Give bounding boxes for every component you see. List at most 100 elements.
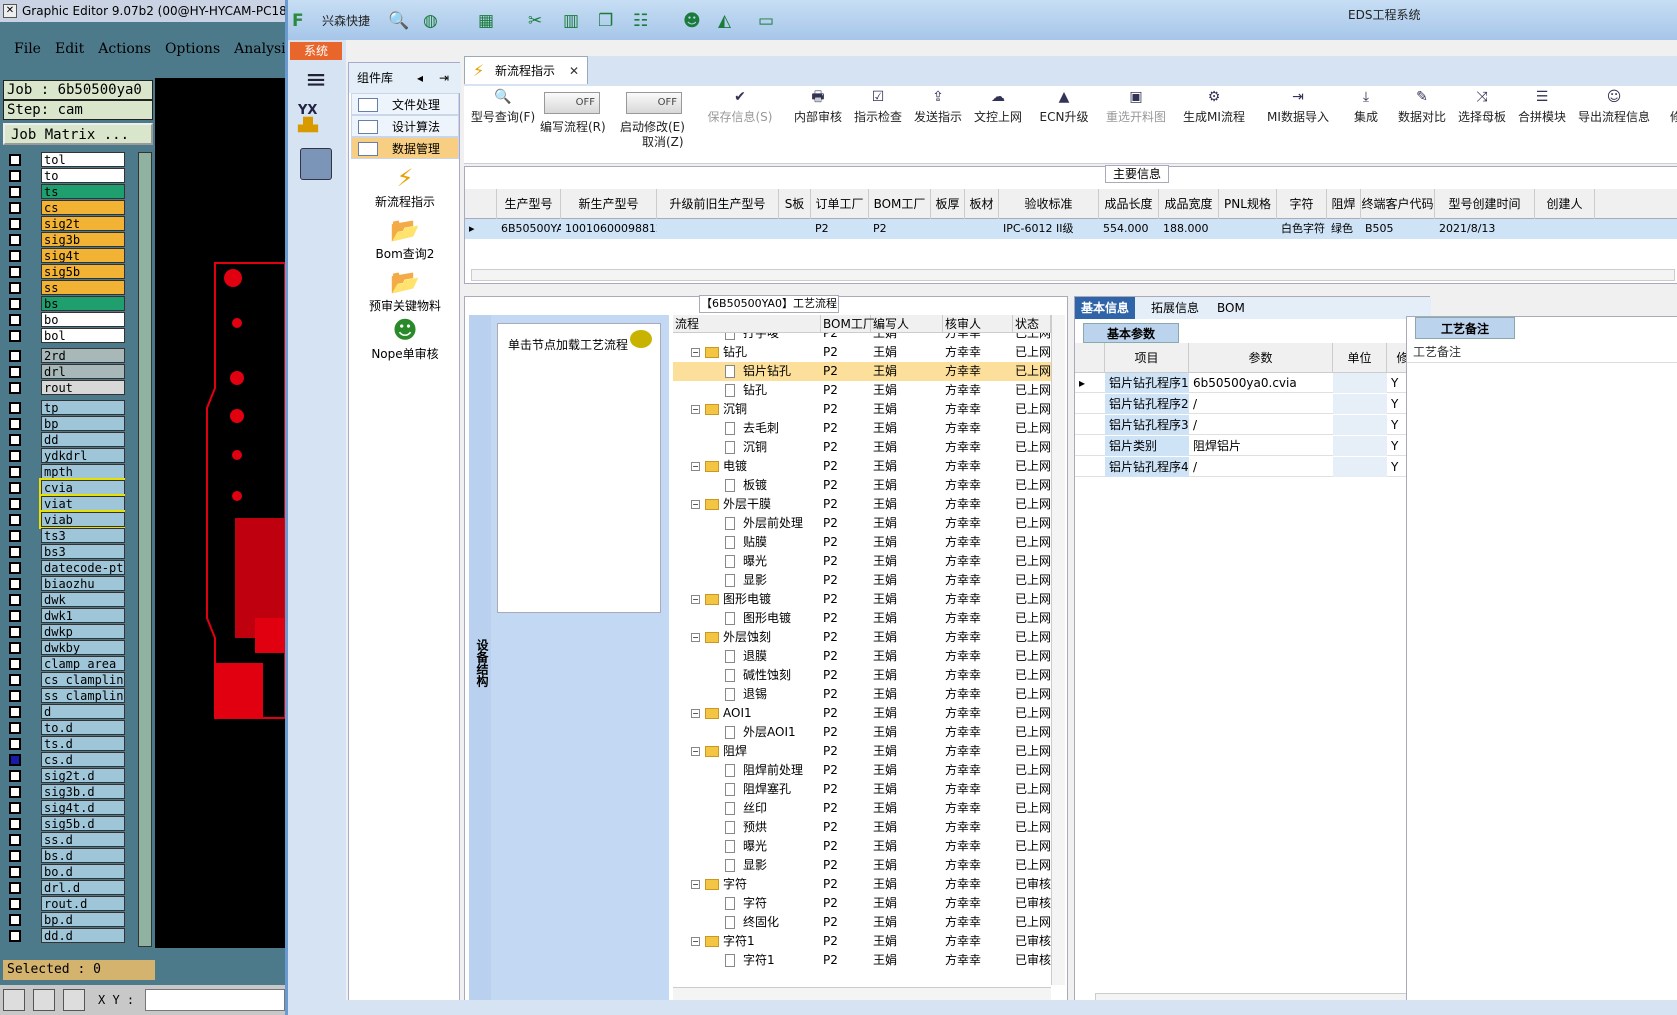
tree-row[interactable]: 阻焊塞孔 P2 王娟 方幸幸 已上网 [673, 780, 1051, 799]
tab-extended-info[interactable]: 拓展信息 [1145, 297, 1205, 319]
column-header[interactable]: 单位 [1333, 343, 1387, 373]
component-file-processing[interactable]: 文件处理 [351, 93, 459, 115]
layer-row[interactable]: rout.d [3, 896, 125, 912]
grid-icon[interactable] [63, 989, 85, 1011]
param-item[interactable]: 铝片钻孔程序3 [1105, 415, 1189, 435]
table-icon[interactable]: ▦ [478, 9, 494, 33]
layer-name[interactable]: dd.d [41, 928, 125, 943]
layer-name[interactable]: mpth [41, 464, 125, 479]
column-header[interactable]: 阻焊 [1327, 189, 1361, 219]
layer-checkbox[interactable] [9, 578, 21, 590]
toolbar-button[interactable]: ⇥ MI数据导入 [1260, 86, 1336, 146]
layer-checkbox[interactable] [9, 738, 21, 750]
layer-checkbox[interactable] [9, 482, 21, 494]
tree-row[interactable]: − 沉铜 P2 王娟 方幸幸 已上网 [673, 400, 1051, 419]
tree-row[interactable]: 碱性蚀刻 P2 王娟 方幸幸 已上网 [673, 666, 1051, 685]
start-modify-toggle[interactable]: OFF [626, 92, 682, 114]
layer-checkbox[interactable] [9, 250, 21, 262]
layer-row[interactable]: to [3, 168, 125, 184]
param-unit[interactable] [1333, 457, 1387, 477]
table-row[interactable]: 铝片钻孔程序2/Y [1075, 394, 1431, 414]
layer-row[interactable]: drl.d [3, 880, 125, 896]
layer-name[interactable]: ss [41, 280, 125, 295]
layer-row[interactable]: sig5b.d [3, 816, 125, 832]
collapse-toggle-icon[interactable]: − [691, 937, 700, 946]
layer-name[interactable]: bs3 [41, 544, 125, 559]
job-matrix-button[interactable]: Job Matrix ... [3, 123, 153, 145]
process-notes-field[interactable]: 工艺备注 [1407, 341, 1677, 363]
layer-name[interactable]: viab [39, 510, 125, 529]
param-unit[interactable] [1333, 415, 1387, 435]
layer-row[interactable]: ss_clamplin [3, 688, 125, 704]
toolbar-button[interactable]: ⇪ 发送指示 [912, 86, 964, 146]
tree-row[interactable]: 字符 P2 王娟 方幸幸 已审核 [673, 894, 1051, 913]
layer-row[interactable]: bp [3, 416, 125, 432]
layer-name[interactable]: dd [41, 432, 125, 447]
column-header[interactable]: 创建人 [1535, 189, 1595, 219]
collapse-toggle-icon[interactable]: − [691, 348, 700, 357]
collapse-toggle-icon[interactable]: − [691, 595, 700, 604]
component-data-management[interactable]: 数据管理 [351, 137, 459, 159]
layer-row[interactable]: dwk1 [3, 608, 125, 624]
layer-row[interactable]: mpth [3, 464, 125, 480]
layer-row[interactable]: bo [3, 312, 125, 328]
layer-row[interactable]: cs.d [3, 752, 125, 768]
layer-row[interactable]: bp.d [3, 912, 125, 928]
layer-row[interactable]: ss [3, 280, 125, 296]
layer-checkbox[interactable] [9, 218, 21, 230]
tree-row[interactable]: − 钻孔 P2 王娟 方幸幸 已上网 [673, 343, 1051, 362]
tree-row[interactable]: − 阻焊 P2 王娟 方幸幸 已上网 [673, 742, 1051, 761]
layer-name[interactable]: to.d [41, 720, 125, 735]
copy-icon[interactable]: ❐ [598, 9, 613, 33]
layer-checkbox[interactable] [9, 626, 21, 638]
edit-flow-toggle[interactable]: OFF [544, 92, 600, 114]
collapse-toggle-icon[interactable]: − [691, 405, 700, 414]
layer-name[interactable]: sig4t [41, 248, 125, 263]
tree-row[interactable]: 显影 P2 王娟 方幸幸 已上网 [673, 856, 1051, 875]
layer-name[interactable]: ss_clamplin [41, 688, 125, 703]
toolbar-button[interactable]: ✔ 保存信息(S) [696, 86, 784, 146]
layer-checkbox[interactable] [9, 266, 21, 278]
table-row[interactable]: ▸6B50500YA010010600098812 P2P2 IPC-6012 II… [465, 219, 1677, 239]
layer-checkbox[interactable] [9, 898, 21, 910]
layer-row[interactable]: sig4t [3, 248, 125, 264]
layer-checkbox[interactable] [9, 514, 21, 526]
layer-checkbox[interactable] [9, 202, 21, 214]
layer-checkbox[interactable] [9, 298, 21, 310]
collapse-toggle-icon[interactable]: − [691, 500, 700, 509]
layer-name[interactable]: bp.d [41, 912, 125, 927]
toolbar-button[interactable]: 🖶 内部审核 [792, 86, 844, 146]
layer-name[interactable]: sig5b.d [41, 816, 125, 831]
layer-row[interactable]: tp [3, 400, 125, 416]
layer-row[interactable]: sig2t [3, 216, 125, 232]
layer-row[interactable]: bs.d [3, 848, 125, 864]
toolbar-button[interactable]: ⤓ 集成 [1344, 86, 1388, 146]
layer-checkbox[interactable] [9, 466, 21, 478]
yx-factory-icon[interactable]: YX ▟▙ [298, 103, 334, 139]
column-header[interactable]: BOM工厂 [869, 189, 931, 219]
toolbar-button[interactable]: ☰ 合拼模块 [1516, 86, 1568, 146]
layer-name[interactable]: rout [41, 380, 125, 395]
layer-row[interactable]: bol [3, 328, 125, 344]
layer-checkbox[interactable] [9, 282, 21, 294]
layer-checkbox[interactable] [9, 690, 21, 702]
collapse-arrow-icon[interactable]: ◂ [417, 63, 423, 93]
layer-name[interactable]: clamp_area [41, 656, 125, 671]
layer-name[interactable]: drl [41, 364, 125, 379]
cancel-button[interactable]: 取消(Z) [642, 133, 684, 150]
layer-checkbox[interactable] [9, 402, 21, 414]
table-cell[interactable]: 188.000 [1159, 219, 1219, 239]
layer-row[interactable]: viat [3, 494, 125, 513]
layer-checkbox[interactable] [9, 850, 21, 862]
globe-icon[interactable]: ◍ [423, 9, 438, 33]
layer-row[interactable]: d [3, 704, 125, 720]
nope-review-button[interactable]: ☻ Nope单审核 [349, 315, 461, 362]
layer-name[interactable]: bol [41, 328, 125, 343]
layer-row[interactable]: to.d [3, 720, 125, 736]
menu-edit[interactable]: Edit [55, 41, 84, 57]
table-cell[interactable]: 554.000 [1099, 219, 1159, 239]
layer-name[interactable]: tol [41, 152, 125, 167]
layer-row[interactable]: drl [3, 364, 125, 380]
column-header[interactable]: 板厚 [931, 189, 965, 219]
tree-row[interactable]: 钻孔 P2 王娟 方幸幸 已上网 [673, 381, 1051, 400]
